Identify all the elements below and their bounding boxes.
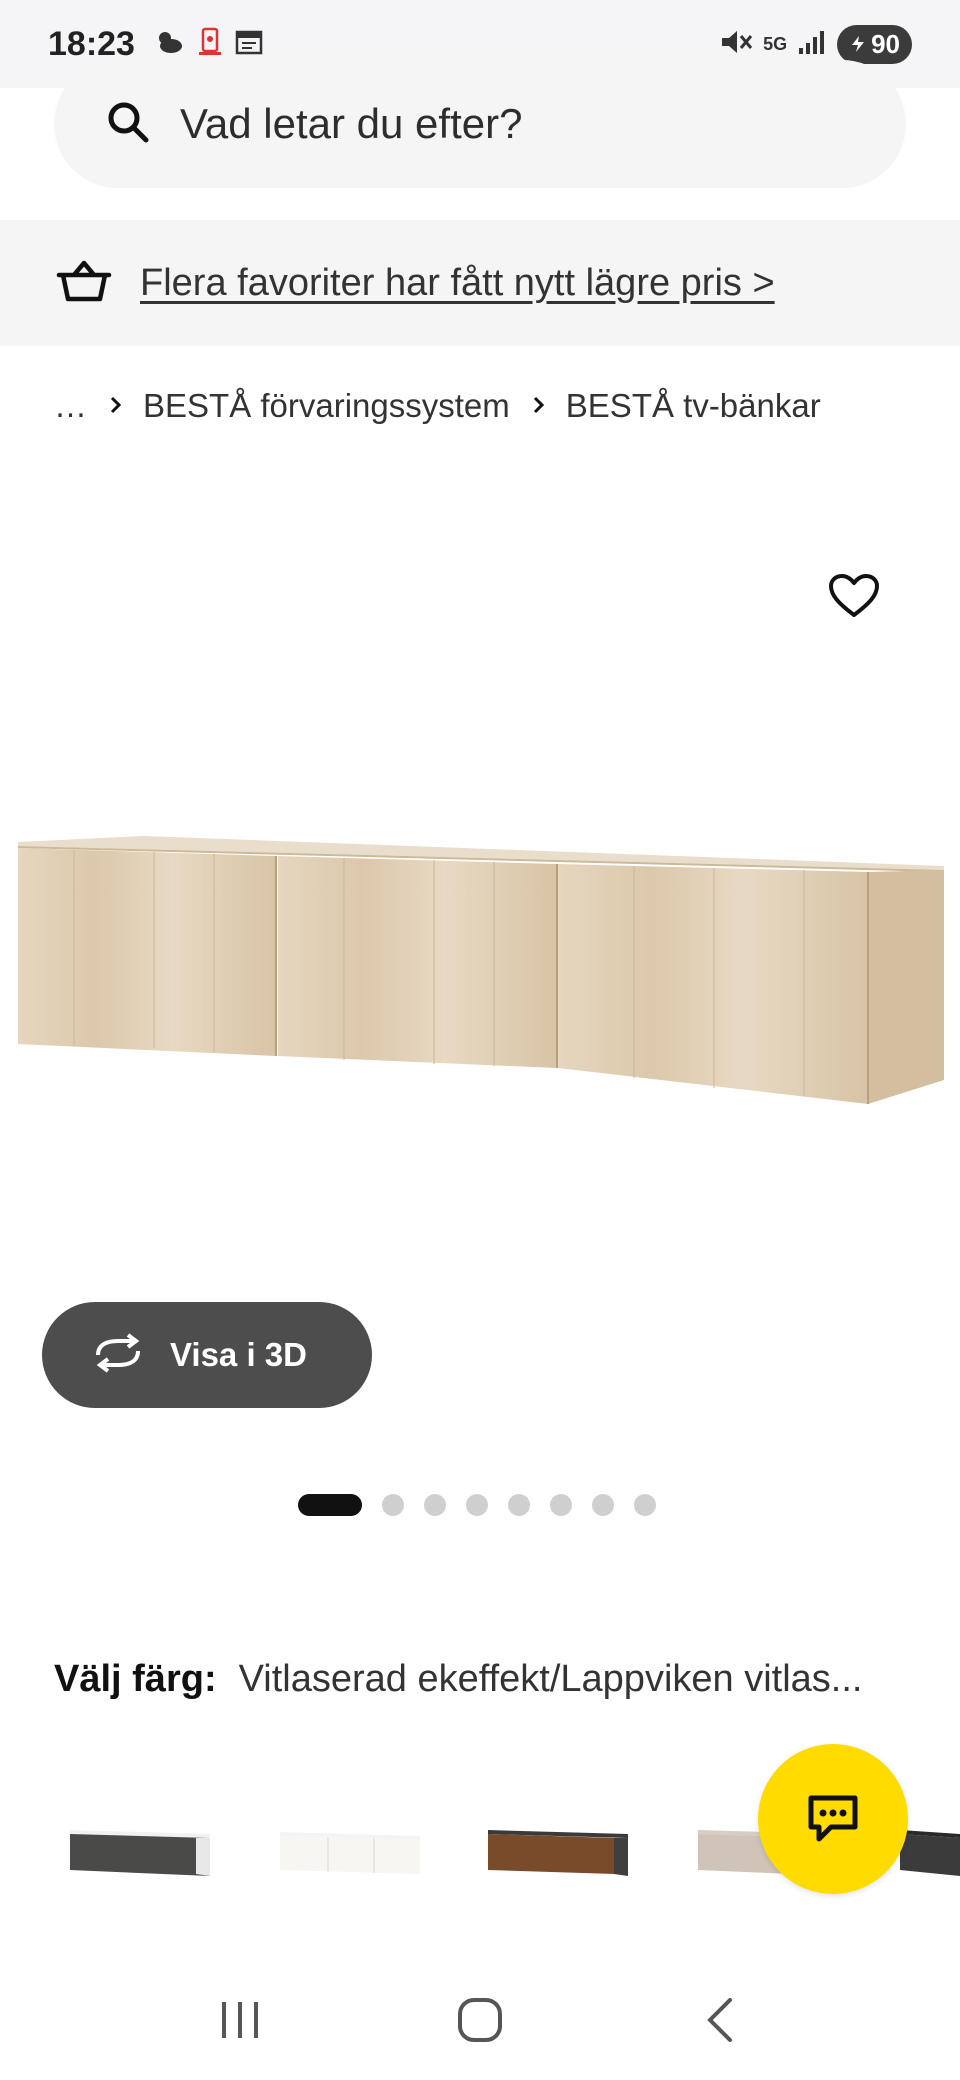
breadcrumb-ellipsis[interactable]: … bbox=[54, 387, 87, 425]
chevron-right-icon bbox=[109, 389, 123, 423]
swatch-walnut-dark[interactable] bbox=[478, 1790, 638, 1900]
carousel-dot[interactable] bbox=[382, 1494, 404, 1516]
swatch-white[interactable] bbox=[270, 1790, 430, 1900]
view-in-3d-label: Visa i 3D bbox=[170, 1336, 307, 1373]
battery-icon: 90 bbox=[837, 24, 912, 64]
home-icon bbox=[458, 1998, 502, 2042]
image-carousel-indicator bbox=[298, 1494, 656, 1516]
status-right-icons: 5G 90 bbox=[719, 24, 912, 64]
system-nav-bar bbox=[0, 1960, 960, 2080]
breadcrumb-item-besta-storage[interactable]: BESTÅ förvaringssystem bbox=[143, 387, 510, 425]
recent-apps-icon bbox=[222, 2002, 258, 2038]
mute-icon bbox=[719, 27, 753, 62]
favorite-button[interactable] bbox=[826, 568, 882, 624]
carousel-dot[interactable] bbox=[592, 1494, 614, 1516]
carousel-dot[interactable] bbox=[424, 1494, 446, 1516]
home-button[interactable] bbox=[440, 1980, 520, 2060]
color-label: Välj färg: bbox=[54, 1658, 217, 1700]
status-left-icons bbox=[153, 27, 263, 62]
weather-icon bbox=[153, 28, 185, 61]
5g-icon: 5G bbox=[763, 34, 788, 54]
promo-link[interactable]: Flera favoriter har fått nytt lägre pris… bbox=[140, 262, 775, 305]
view-in-3d-button[interactable]: Visa i 3D bbox=[42, 1302, 372, 1408]
notification-app-icon bbox=[195, 27, 225, 62]
rotate-3d-icon bbox=[90, 1332, 146, 1378]
recent-apps-button[interactable] bbox=[200, 1980, 280, 2060]
chat-icon bbox=[808, 1795, 858, 1842]
chevron-right-icon bbox=[532, 389, 546, 423]
chat-button[interactable] bbox=[758, 1744, 908, 1894]
search-icon bbox=[106, 100, 150, 149]
basket-icon bbox=[56, 259, 112, 308]
breadcrumb: … BESTÅ förvaringssystem BESTÅ tv-bänkar bbox=[54, 376, 821, 436]
carousel-dot[interactable] bbox=[550, 1494, 572, 1516]
page: 18:23 5G 90 Vad letar du efter? Flera fa… bbox=[0, 0, 960, 2080]
battery-level: 90 bbox=[871, 28, 900, 59]
calendar-icon bbox=[235, 29, 263, 60]
swatch-black-white[interactable] bbox=[60, 1790, 220, 1900]
status-time: 18:23 bbox=[48, 24, 135, 63]
product-image[interactable] bbox=[14, 820, 944, 1120]
heart-icon bbox=[829, 574, 879, 617]
carousel-dot[interactable] bbox=[466, 1494, 488, 1516]
search-input[interactable]: Vad letar du efter? bbox=[180, 100, 522, 148]
carousel-dot[interactable] bbox=[634, 1494, 656, 1516]
carousel-dot-active[interactable] bbox=[298, 1494, 362, 1516]
signal-icon bbox=[797, 28, 827, 61]
search-bar[interactable]: Vad letar du efter? bbox=[54, 60, 906, 188]
back-button[interactable] bbox=[680, 1980, 760, 2060]
breadcrumb-item-besta-tv-benches[interactable]: BESTÅ tv-bänkar bbox=[566, 387, 821, 425]
promo-banner[interactable]: Flera favoriter har fått nytt lägre pris… bbox=[0, 220, 960, 346]
carousel-dot[interactable] bbox=[508, 1494, 530, 1516]
color-value: Vitlaserad ekeffekt/Lappviken vitlas... bbox=[238, 1658, 863, 1700]
back-icon bbox=[707, 1998, 732, 2042]
color-selector: Välj färg: Vitlaserad ekeffekt/Lappviken… bbox=[54, 1658, 914, 1701]
